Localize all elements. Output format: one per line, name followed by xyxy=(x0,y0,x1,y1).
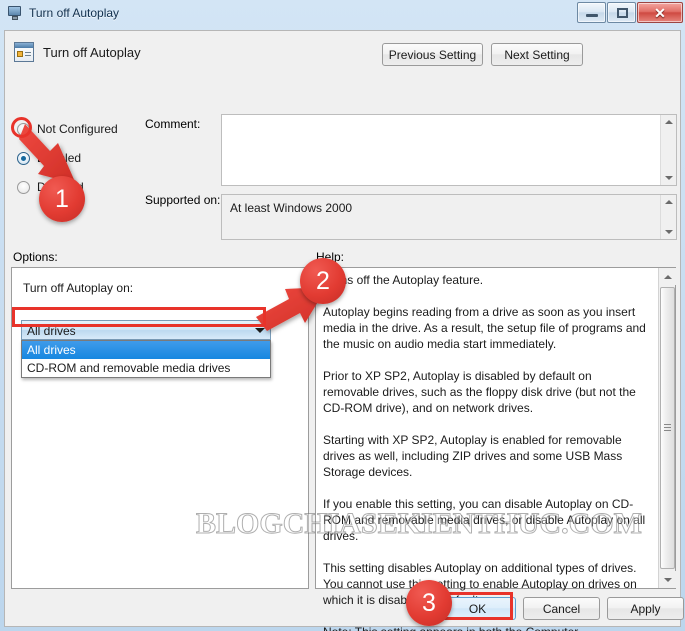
close-icon: ✕ xyxy=(654,4,666,21)
supported-on-field: At least Windows 2000 xyxy=(221,194,677,240)
radio-not-configured[interactable]: Not Configured xyxy=(17,120,118,138)
turn-off-autoplay-on-combobox[interactable]: All drives xyxy=(21,320,271,340)
cancel-button[interactable]: Cancel xyxy=(523,597,600,620)
next-setting-button[interactable]: Next Setting xyxy=(491,43,583,66)
radio-dot-icon xyxy=(17,180,30,194)
annotation-badge-1: 1 xyxy=(39,176,85,222)
apply-button[interactable]: Apply xyxy=(607,597,684,620)
combobox-option-cdrom-removable[interactable]: CD-ROM and removable media drives xyxy=(22,359,270,377)
window-controls: ✕ xyxy=(576,2,683,23)
dialog-button-bar: OK Cancel Apply xyxy=(5,588,684,626)
scroll-down-icon[interactable] xyxy=(661,171,677,185)
maximize-icon xyxy=(617,8,628,18)
dialog-client-area: Turn off Autoplay Previous Setting Next … xyxy=(4,30,684,631)
minimize-button[interactable] xyxy=(577,2,606,23)
scrollbar-thumb[interactable] xyxy=(660,287,675,569)
setting-title: Turn off Autoplay xyxy=(43,45,141,60)
supported-on-label: Supported on: xyxy=(145,193,221,207)
window-title: Turn off Autoplay xyxy=(29,6,120,20)
comment-scrollbar[interactable] xyxy=(660,115,676,185)
radio-enabled[interactable]: Enabled xyxy=(17,149,81,167)
scroll-up-icon[interactable] xyxy=(661,195,677,209)
scroll-down-icon[interactable] xyxy=(661,225,677,239)
help-panel: Turns off the Autoplay feature. Autoplay… xyxy=(315,267,676,631)
radio-dot-selected-icon xyxy=(17,151,30,165)
radio-label-enabled: Enabled xyxy=(37,151,82,165)
minimize-icon xyxy=(586,14,598,17)
title-bar: Turn off Autoplay ✕ xyxy=(0,0,685,26)
supported-on-scrollbar[interactable] xyxy=(660,195,676,239)
combobox-dropdown-list[interactable]: All drives CD-ROM and removable media dr… xyxy=(21,340,271,378)
radio-label-not-configured: Not Configured xyxy=(37,122,118,136)
options-section-label: Options: xyxy=(13,250,58,264)
chevron-down-icon[interactable] xyxy=(251,321,268,339)
help-text: Turns off the Autoplay feature. Autoplay… xyxy=(323,273,646,631)
scroll-up-icon[interactable] xyxy=(661,115,677,129)
close-button[interactable]: ✕ xyxy=(637,2,683,23)
maximize-button[interactable] xyxy=(607,2,636,23)
dialog-window: Turn off Autoplay ✕ Turn off Autoplay Pr… xyxy=(0,0,685,631)
supported-on-value: At least Windows 2000 xyxy=(230,201,353,215)
monitor-policy-icon xyxy=(7,5,23,21)
combobox-value: All drives xyxy=(27,324,76,338)
scroll-down-icon[interactable] xyxy=(659,571,676,588)
scroll-up-icon[interactable] xyxy=(659,268,676,285)
previous-setting-button[interactable]: Previous Setting xyxy=(382,43,483,66)
combo-field-label: Turn off Autoplay on: xyxy=(23,281,134,295)
help-scrollbar[interactable] xyxy=(658,268,676,588)
comment-label: Comment: xyxy=(145,117,201,131)
setting-header: Turn off Autoplay Previous Setting Next … xyxy=(5,31,680,75)
state-and-comment-region: Not Configured Enabled Disabled Comment:… xyxy=(5,75,680,242)
annotation-badge-2: 2 xyxy=(300,258,346,304)
comment-textarea[interactable] xyxy=(221,114,677,186)
options-panel: Turn off Autoplay on: All drives All dri… xyxy=(11,267,309,589)
grip-icon xyxy=(664,424,671,432)
combobox-option-all-drives[interactable]: All drives xyxy=(22,341,270,359)
radio-dot-icon xyxy=(17,122,30,136)
annotation-badge-3: 3 xyxy=(406,580,452,626)
policy-setting-icon xyxy=(14,42,34,62)
